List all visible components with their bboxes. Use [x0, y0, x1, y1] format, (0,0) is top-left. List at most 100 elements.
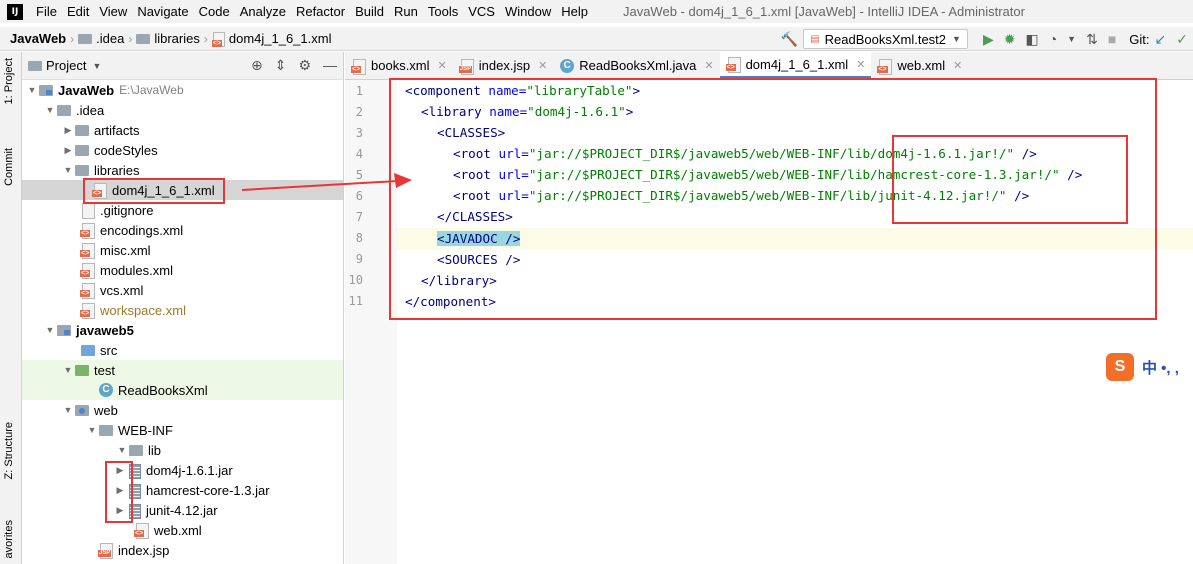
menu-build[interactable]: Build [350, 4, 389, 19]
close-icon[interactable]: ✕ [438, 59, 447, 72]
close-icon[interactable]: ✕ [538, 59, 547, 72]
window-title: JavaWeb - dom4j_1_6_1.xml [JavaWeb] - In… [622, 4, 1025, 19]
favorites-tool-tab[interactable]: avorites [3, 520, 15, 559]
close-icon[interactable]: ✕ [856, 58, 865, 71]
git-update-icon[interactable]: ↙ [1155, 31, 1167, 48]
expanded-arrow-icon[interactable]: ▼ [62, 365, 74, 375]
breadcrumb-separator-icon: › [203, 31, 208, 46]
build-hammer-icon[interactable]: 🔨 [781, 31, 798, 48]
menu-edit[interactable]: Edit [62, 4, 94, 19]
tree-item-misc[interactable]: misc.xml [22, 240, 343, 260]
expanded-arrow-icon[interactable]: ▼ [44, 325, 56, 335]
menu-analyze[interactable]: Analyze [235, 4, 291, 19]
breadcrumb-file-label: dom4j_1_6_1.xml [228, 31, 332, 46]
tab-readbooksxml-java[interactable]: ReadBooksXml.java ✕ [553, 52, 719, 79]
line-number: 1 [355, 84, 363, 98]
menu-help[interactable]: Help [556, 4, 593, 19]
breadcrumb-project[interactable]: JavaWeb [10, 31, 66, 46]
minimize-icon[interactable]: — [323, 57, 337, 74]
collapsed-arrow-icon[interactable]: ▶ [62, 125, 74, 136]
tree-item-artifacts[interactable]: ▶ artifacts [22, 120, 343, 140]
test-folder-icon [74, 363, 90, 377]
debug-icon[interactable]: ✹ [1004, 31, 1016, 48]
tree-item-codestyles[interactable]: ▶ codeStyles [22, 140, 343, 160]
breadcrumb-separator-icon: › [70, 31, 75, 46]
annotation-arrow-icon [241, 173, 412, 191]
gear-icon[interactable]: ⚙ [298, 57, 311, 74]
tree-item-junit-jar[interactable]: ▶ junit-4.12.jar [22, 500, 343, 520]
more-run-chevron-icon[interactable]: ▼ [1067, 34, 1076, 44]
project-view-select[interactable]: Project ▼ [28, 58, 101, 73]
expanded-arrow-icon[interactable]: ▼ [62, 165, 74, 175]
tab-web-xml[interactable]: web.xml ✕ [871, 52, 968, 79]
project-panel-tools: ⊕ ⇕ ⚙ — [239, 57, 337, 74]
locate-icon[interactable]: ⊕ [251, 57, 263, 74]
sogou-ime-icon: S [1106, 353, 1134, 381]
tree-item-label: hamcrest-core-1.3.jar [146, 482, 270, 498]
tree-item-javaweb5[interactable]: ▼ javaweb5 [22, 320, 343, 340]
ime-toolbar[interactable]: S 中 •, , [1106, 352, 1193, 382]
tree-item-src[interactable]: src [22, 340, 343, 360]
menu-code[interactable]: Code [194, 4, 235, 19]
menu-tools[interactable]: Tools [423, 4, 463, 19]
expanded-arrow-icon[interactable]: ▼ [62, 405, 74, 415]
tree-item-dom4j-jar[interactable]: ▶ dom4j-1.6.1.jar [22, 460, 343, 480]
tree-item-readbooksxml[interactable]: ReadBooksXml [22, 380, 343, 400]
tree-item-workspace[interactable]: workspace.xml [22, 300, 343, 320]
build-project-icon[interactable]: ⇅ [1086, 31, 1098, 48]
menu-run[interactable]: Run [389, 4, 423, 19]
tree-item-label: dom4j-1.6.1.jar [146, 462, 233, 478]
menu-vcs[interactable]: VCS [463, 4, 500, 19]
menu-view[interactable]: View [94, 4, 132, 19]
menu-refactor[interactable]: Refactor [291, 4, 350, 19]
tree-item-lib[interactable]: ▼ lib [22, 440, 343, 460]
tree-item-web-xml[interactable]: web.xml [22, 520, 343, 540]
breadcrumb-libraries[interactable]: libraries [136, 31, 200, 46]
project-tool-tab[interactable]: 1: Project [3, 58, 15, 104]
web-folder-icon [74, 403, 90, 417]
tree-item-web[interactable]: ▼ web [22, 400, 343, 420]
tab-dom4j-xml[interactable]: dom4j_1_6_1.xml ✕ [719, 52, 872, 79]
tree-item-hamcrest-jar[interactable]: ▶ hamcrest-core-1.3.jar [22, 480, 343, 500]
expanded-arrow-icon[interactable]: ▼ [44, 105, 56, 115]
tree-item-modules[interactable]: modules.xml [22, 260, 343, 280]
commit-tool-tab[interactable]: Commit [3, 148, 15, 186]
tab-label: books.xml [371, 58, 430, 73]
breadcrumb-idea[interactable]: .idea [78, 31, 124, 46]
tree-item-idea[interactable]: ▼ .idea [22, 100, 343, 120]
tree-item-vcs[interactable]: vcs.xml [22, 280, 343, 300]
collapsed-arrow-icon[interactable]: ▶ [62, 145, 74, 156]
profile-icon[interactable]: ◔ [1049, 31, 1057, 47]
tree-item-index-jsp[interactable]: index.jsp [22, 540, 343, 560]
toolbar-right: 🔨 ▤ ReadBooksXml.test2 ▼ ▶ ✹ ◧ ◔ ▼ ⇅ ■ G… [776, 27, 1193, 51]
expanded-arrow-icon[interactable]: ▼ [86, 425, 98, 435]
tree-item-encodings[interactable]: encodings.xml [22, 220, 343, 240]
tree-item-test[interactable]: ▼ test [22, 360, 343, 380]
structure-tool-tab[interactable]: Z: Structure [3, 422, 15, 479]
tree-item-web-inf[interactable]: ▼ WEB-INF [22, 420, 343, 440]
tab-label: index.jsp [478, 58, 531, 73]
collapse-all-icon[interactable]: ⇕ [275, 57, 287, 74]
stop-icon[interactable]: ■ [1108, 31, 1116, 47]
expanded-arrow-icon[interactable]: ▼ [116, 445, 128, 455]
coverage-icon[interactable]: ◧ [1025, 31, 1038, 48]
menu-window[interactable]: Window [500, 4, 556, 19]
java-class-icon [98, 383, 114, 397]
xml-file-icon [80, 283, 96, 299]
jsp-file-icon [98, 543, 114, 559]
run-configuration-select[interactable]: ▤ ReadBooksXml.test2 ▼ [803, 29, 968, 49]
tab-books-xml[interactable]: books.xml ✕ [345, 52, 453, 79]
breadcrumb-file[interactable]: dom4j_1_6_1.xml [211, 31, 332, 47]
close-icon[interactable]: ✕ [704, 59, 713, 72]
line-number: 10 [348, 273, 363, 287]
run-icon[interactable]: ▶ [983, 31, 994, 48]
expanded-arrow-icon[interactable]: ▼ [26, 85, 38, 95]
tree-item-javaweb[interactable]: ▼ JavaWeb E:\JavaWeb [22, 80, 343, 100]
git-commit-icon[interactable]: ✓ [1176, 31, 1188, 48]
java-class-icon [559, 58, 575, 73]
tab-index-jsp[interactable]: index.jsp ✕ [453, 52, 554, 79]
menu-file[interactable]: File [31, 4, 62, 19]
line-number: 2 [355, 105, 363, 119]
close-icon[interactable]: ✕ [953, 59, 962, 72]
menu-navigate[interactable]: Navigate [132, 4, 193, 19]
